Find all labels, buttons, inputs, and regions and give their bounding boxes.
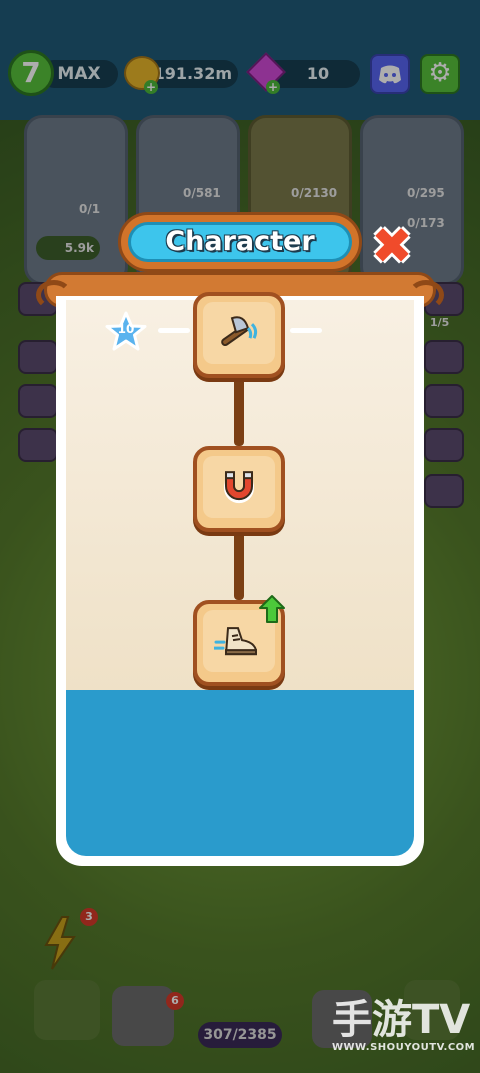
star-level-text: 10 <box>117 322 135 336</box>
close-x-icon: ✖ <box>371 217 413 275</box>
tree-connector <box>234 530 244 600</box>
panel-water-area <box>66 690 414 856</box>
modal-title: Character <box>128 222 352 262</box>
running-shoe-icon <box>214 627 257 656</box>
upgrade-arrow-icon <box>259 595 285 623</box>
skill-node-axe[interactable] <box>193 292 285 378</box>
tree-connector <box>234 376 244 446</box>
magnet-icon <box>224 471 254 504</box>
modal-title-text: Character <box>165 226 315 257</box>
close-button[interactable]: ✖ <box>370 221 414 271</box>
watermark-url-text: WWW.SHOUYOUTV.COM <box>332 1042 476 1053</box>
watermark: 手游TV WWW.SHOUYOUTV.COM <box>332 998 475 1053</box>
level-line-left <box>158 328 190 333</box>
level-line-right <box>290 328 322 333</box>
skill-node-magnet[interactable] <box>193 446 285 532</box>
axe-icon <box>221 316 258 347</box>
watermark-main-text: 手游TV <box>332 997 471 1043</box>
